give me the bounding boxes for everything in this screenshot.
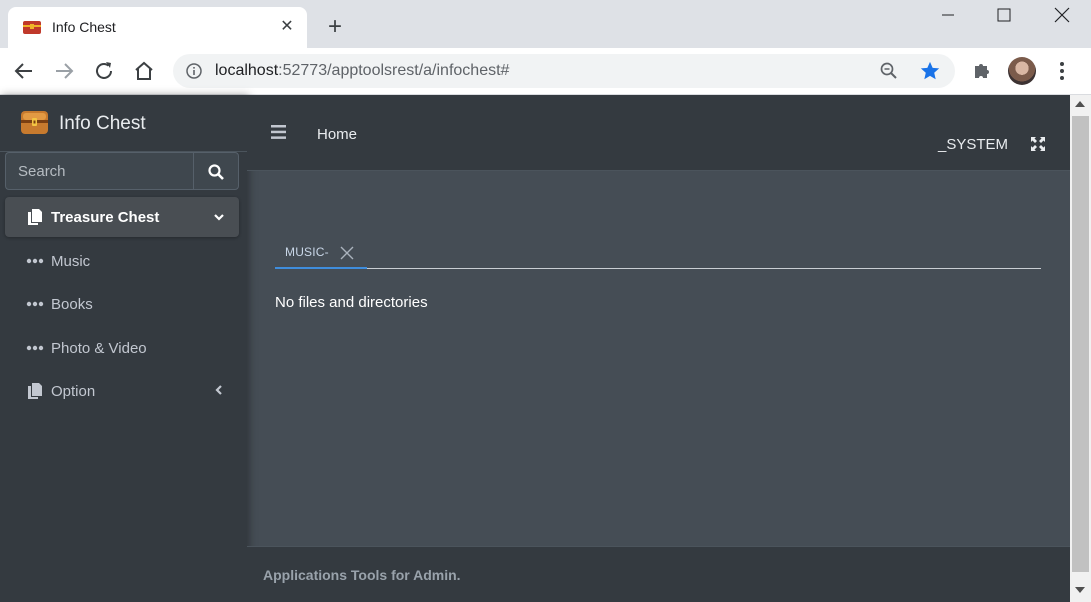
page-scrollbar[interactable] [1070, 95, 1091, 602]
url-path: :52773/apptoolsrest/a/infochest# [278, 62, 510, 79]
ellipsis-icon [26, 345, 44, 351]
treasure-chest-icon [21, 111, 48, 134]
more-vert-icon[interactable] [1050, 59, 1074, 83]
search-icon [208, 164, 224, 180]
sidebar-item-treasure-chest[interactable]: Treasure Chest [5, 197, 239, 237]
extensions-puzzle-icon[interactable] [970, 59, 994, 83]
sidebar-search [5, 152, 239, 190]
browser-tab[interactable]: Info Chest ✕ [8, 7, 307, 48]
window-close-button[interactable] [1034, 0, 1090, 30]
treasure-chest-favicon-icon [23, 21, 41, 34]
home-icon[interactable] [132, 59, 156, 83]
address-bar[interactable]: localhost:52773/apptoolsrest/a/infochest… [173, 54, 955, 88]
user-name[interactable]: _SYSTEM [938, 136, 1008, 153]
back-arrow-icon[interactable] [12, 59, 36, 83]
empty-state-message: No files and directories [275, 294, 428, 311]
sidebar-item-label: Music [51, 253, 91, 270]
tab-music[interactable]: MUSIC- [275, 237, 367, 269]
sidebar-item-photo-video[interactable]: Photo & Video [5, 328, 239, 368]
footer-text: Applications Tools for Admin. [263, 567, 461, 583]
sidebar-item-music[interactable]: Music [5, 241, 239, 281]
ellipsis-icon [26, 258, 44, 264]
search-button[interactable] [193, 152, 239, 190]
brand-link[interactable]: Info Chest [0, 95, 247, 152]
window-maximize-button[interactable] [976, 0, 1032, 30]
chevron-down-icon [214, 214, 224, 221]
copy-icon [28, 383, 42, 399]
tab-label: MUSIC- [285, 245, 329, 259]
sidebar: Info Chest Treasure Chest [0, 95, 247, 602]
site-info-icon[interactable] [186, 63, 202, 79]
sidebar-item-label: Treasure Chest [51, 209, 160, 226]
chevron-left-icon [215, 385, 222, 395]
sidebar-item-label: Books [51, 296, 93, 313]
main-header: Home _SYSTEM [247, 95, 1070, 171]
url-host: localhost [215, 62, 279, 79]
zoom-out-icon[interactable] [880, 62, 898, 80]
close-icon[interactable] [340, 246, 354, 260]
home-link[interactable]: Home [317, 126, 357, 143]
search-input[interactable] [5, 152, 194, 190]
tab-title: Info Chest [52, 19, 116, 35]
reload-icon[interactable] [92, 59, 116, 83]
tab-close-icon[interactable]: ✕ [278, 18, 296, 36]
hamburger-icon[interactable] [271, 125, 286, 139]
scroll-thumb[interactable] [1072, 116, 1089, 572]
new-tab-button[interactable]: + [322, 14, 348, 40]
window-minimize-button[interactable] [920, 0, 976, 30]
profile-avatar[interactable] [1008, 57, 1036, 85]
content-area: MUSIC- No files and directories [247, 171, 1070, 546]
url-text[interactable]: localhost:52773/apptoolsrest/a/infochest… [215, 62, 509, 80]
ellipsis-icon [26, 301, 44, 307]
browser-titlebar: Info Chest ✕ + [0, 0, 1091, 48]
copy-icon [28, 209, 42, 225]
sidebar-item-books[interactable]: Books [5, 284, 239, 324]
sidebar-item-option[interactable]: Option [5, 371, 239, 411]
tabs-divider [275, 268, 1041, 269]
scroll-down-arrow-icon[interactable] [1075, 587, 1085, 593]
app-root: Info Chest Treasure Chest [0, 95, 1070, 602]
browser-toolbar: localhost:52773/apptoolsrest/a/infochest… [0, 48, 1091, 95]
brand-title: Info Chest [59, 113, 146, 134]
sidebar-item-label: Photo & Video [51, 340, 147, 357]
sidebar-item-label: Option [51, 383, 96, 400]
bookmark-star-icon[interactable] [919, 60, 941, 82]
footer: Applications Tools for Admin. [247, 546, 1070, 602]
forward-arrow-icon[interactable] [52, 59, 76, 83]
expand-arrows-icon[interactable] [1030, 136, 1046, 152]
scroll-up-arrow-icon[interactable] [1075, 101, 1085, 107]
